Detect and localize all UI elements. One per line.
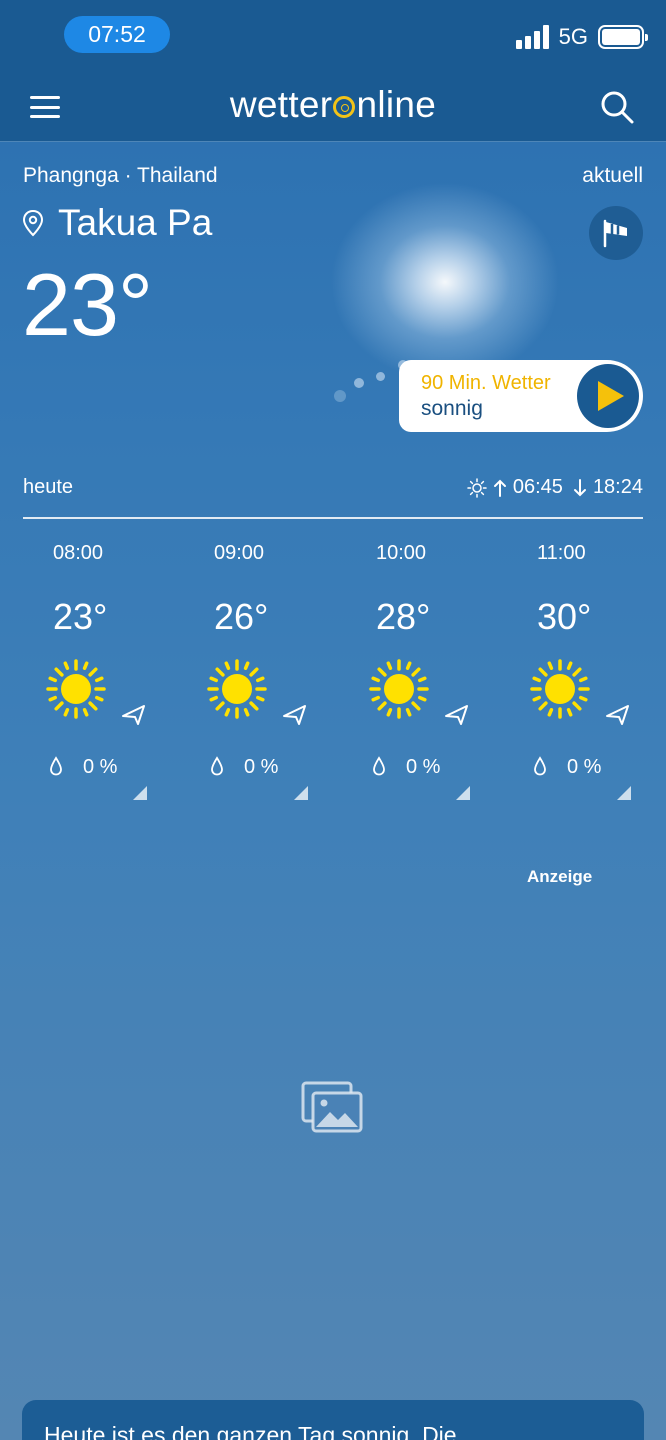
- sun-times: 06:45 18:24: [467, 476, 643, 499]
- status-clock: 07:52: [64, 16, 170, 53]
- hourly-item[interactable]: 10:00 28° 0 %: [346, 530, 507, 810]
- expand-corner-icon: [133, 786, 147, 800]
- status-icons: 5G: [515, 24, 648, 50]
- play-icon: [598, 381, 624, 411]
- play-button[interactable]: [575, 362, 641, 430]
- sun-icon: [206, 658, 268, 720]
- windsock-icon: [603, 219, 627, 248]
- sun-icon: [368, 658, 430, 720]
- search-icon[interactable]: [600, 90, 634, 124]
- precipitation-probability: 0 %: [406, 756, 441, 778]
- daily-summary-card[interactable]: Heute ist es den ganzen Tag sonnig. Die: [22, 1400, 644, 1440]
- wind-direction-icon: [282, 702, 308, 728]
- sun-icon: [529, 658, 591, 720]
- lens-flare: [334, 390, 346, 402]
- hour-time: 10:00: [376, 542, 427, 564]
- nowcast-title: 90 Min. Wetter: [421, 372, 551, 394]
- network-type: 5G: [558, 24, 588, 49]
- wetteronline-logo: wetter nline: [229, 84, 437, 125]
- hourly-item[interactable]: 08:00 23° 0 %: [23, 530, 184, 810]
- current-weather-hero: Phangnga · Thailand aktuell Takua Pa 23°…: [0, 142, 666, 462]
- wind-direction-icon: [605, 702, 631, 728]
- precipitation-probability: 0 %: [567, 756, 602, 778]
- windsock-button[interactable]: [589, 206, 643, 260]
- logo-o-icon: [333, 96, 356, 118]
- today-label: heute: [23, 476, 74, 498]
- hour-temperature: 23°: [53, 596, 108, 637]
- hour-temperature: 26°: [214, 596, 269, 637]
- raindrop-icon: [210, 756, 224, 776]
- hourly-item[interactable]: 09:00 26° 0 %: [184, 530, 345, 810]
- sun-small-icon: [467, 477, 487, 498]
- current-temperature: 23°: [22, 255, 153, 354]
- sunset-arrow-icon: [573, 478, 586, 496]
- hourly-item[interactable]: 11:00 30° 0 %: [507, 530, 666, 810]
- app-bar: wetter nline: [0, 70, 666, 142]
- expand-corner-icon: [617, 786, 631, 800]
- sunset-time: 18:24: [592, 476, 643, 498]
- raindrop-icon: [372, 756, 386, 776]
- nowcast-card[interactable]: 90 Min. Wetter sonnig: [399, 360, 643, 432]
- summary-text: Heute ist es den ganzen Tag sonnig. Die: [44, 1422, 457, 1440]
- lens-flare: [376, 372, 385, 381]
- hour-time: 09:00: [214, 542, 265, 564]
- precipitation-probability: 0 %: [83, 756, 118, 778]
- battery-icon: [598, 25, 648, 49]
- hourly-forecast[interactable]: 08:00 23° 0 % 09:00 26° 0 % 10:00 28° 0 …: [0, 530, 666, 810]
- image-placeholder-icon: [301, 1081, 363, 1133]
- sun-icon: [45, 658, 107, 720]
- hour-time: 11:00: [537, 542, 586, 564]
- status-bar: 07:52 5G: [0, 0, 666, 70]
- signal-icon: [515, 25, 549, 49]
- expand-corner-icon: [294, 786, 308, 800]
- divider: [23, 517, 643, 519]
- nowcast-description: sonnig: [421, 397, 483, 420]
- location-pin-icon: [22, 209, 44, 237]
- wind-direction-icon: [121, 702, 147, 728]
- expand-corner-icon: [456, 786, 470, 800]
- hour-temperature: 30°: [537, 596, 592, 637]
- hour-temperature: 28°: [376, 596, 431, 637]
- precipitation-probability: 0 %: [244, 756, 279, 778]
- city-name: Takua Pa: [58, 202, 213, 243]
- sunrise-arrow-icon: [493, 479, 506, 497]
- sun-glow-background: [330, 182, 560, 382]
- raindrop-icon: [533, 756, 547, 776]
- lens-flare: [354, 378, 364, 388]
- wind-direction-icon: [444, 702, 470, 728]
- raindrop-icon: [49, 756, 63, 776]
- region-label: Phangnga · Thailand: [23, 164, 218, 187]
- hour-time: 08:00: [53, 542, 104, 564]
- sunrise-time: 06:45: [512, 476, 563, 498]
- location-selector[interactable]: Takua Pa: [22, 202, 212, 244]
- current-status-label: aktuell: [582, 164, 643, 187]
- ad-label: Anzeige: [527, 867, 593, 886]
